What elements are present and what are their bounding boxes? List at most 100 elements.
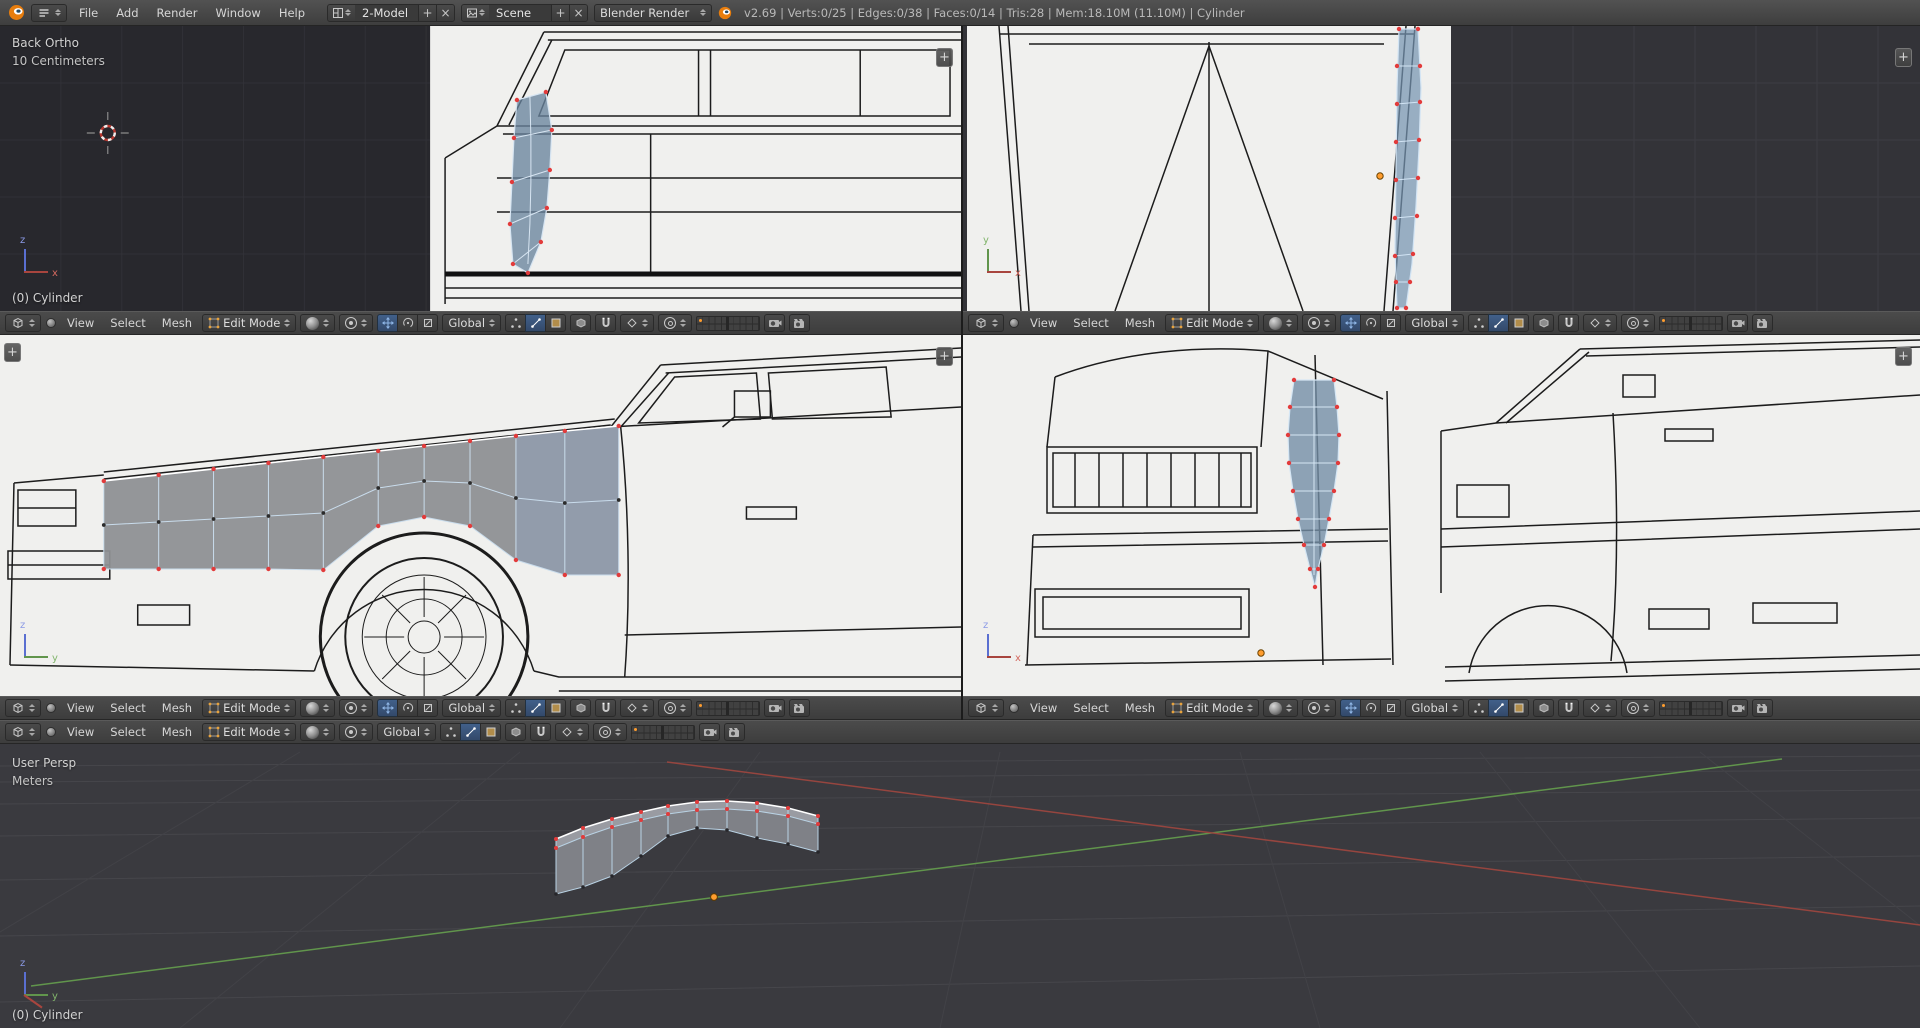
pivot-dropdown[interactable] — [339, 699, 374, 717]
snap-toggle[interactable] — [595, 699, 617, 717]
snap-element-dropdown[interactable] — [620, 699, 655, 717]
manipulator-translate-toggle[interactable] — [377, 314, 399, 332]
vertex-select-button[interactable] — [1468, 314, 1490, 332]
menu-window[interactable]: Window — [209, 6, 266, 20]
menu-mesh[interactable]: Mesh — [1119, 701, 1161, 715]
shading-dropdown[interactable] — [300, 723, 336, 741]
edge-select-button[interactable] — [460, 723, 482, 741]
screen-layout-add-button[interactable]: + — [418, 4, 437, 21]
menu-add[interactable]: Add — [110, 6, 144, 20]
render-opengl-button[interactable] — [1727, 699, 1749, 717]
face-select-button[interactable] — [545, 314, 567, 332]
menu-view[interactable]: View — [61, 725, 100, 739]
orientation-dropdown[interactable]: Global — [1405, 699, 1465, 717]
render-opengl-button[interactable] — [764, 699, 786, 717]
menu-select[interactable]: Select — [1067, 316, 1114, 330]
vertex-select-button[interactable] — [505, 314, 527, 332]
collapse-menus-icon[interactable] — [46, 703, 56, 713]
snap-element-dropdown[interactable] — [620, 314, 655, 332]
proportional-edit-dropdown[interactable] — [1621, 314, 1656, 332]
render-opengl-anim-button[interactable] — [1752, 699, 1774, 717]
face-select-button[interactable] — [1508, 699, 1530, 717]
menu-view[interactable]: View — [61, 701, 100, 715]
collapse-menus-icon[interactable] — [46, 727, 56, 737]
snap-element-dropdown[interactable] — [1583, 699, 1618, 717]
pivot-dropdown[interactable] — [339, 723, 374, 741]
snap-toggle[interactable] — [1558, 314, 1580, 332]
layers-widget[interactable] — [1659, 315, 1724, 331]
render-opengl-anim-button[interactable] — [1752, 314, 1774, 332]
menu-select[interactable]: Select — [104, 725, 151, 739]
vertex-select-button[interactable] — [505, 699, 527, 717]
editor-type-button[interactable] — [31, 3, 67, 22]
pivot-dropdown[interactable] — [339, 314, 374, 332]
menu-select[interactable]: Select — [104, 701, 151, 715]
mode-dropdown[interactable]: Edit Mode — [202, 723, 297, 741]
scene-browse-button[interactable] — [462, 4, 490, 21]
properties-panel-toggle[interactable]: + — [1895, 347, 1912, 366]
render-opengl-button[interactable] — [1727, 314, 1749, 332]
scene-name[interactable]: Scene — [489, 6, 551, 20]
viewport-3d-region[interactable]: + y x — [963, 26, 1920, 311]
render-opengl-anim-button[interactable] — [789, 699, 811, 717]
manipulator-translate-toggle[interactable] — [1340, 699, 1362, 717]
manipulator-scale-toggle[interactable] — [417, 699, 439, 717]
manipulator-rotate-toggle[interactable] — [397, 314, 419, 332]
orientation-dropdown[interactable]: Global — [442, 314, 502, 332]
editor-type-button[interactable] — [968, 699, 1004, 717]
pivot-dropdown[interactable] — [1302, 699, 1337, 717]
render-opengl-button[interactable] — [699, 723, 721, 741]
properties-panel-toggle[interactable]: + — [1895, 48, 1912, 67]
mode-dropdown[interactable]: Edit Mode — [202, 699, 297, 717]
toolshelf-panel-toggle[interactable]: + — [4, 343, 21, 362]
properties-panel-toggle[interactable]: + — [936, 347, 953, 366]
layers-widget[interactable] — [696, 700, 761, 716]
menu-select[interactable]: Select — [1067, 701, 1114, 715]
proportional-edit-dropdown[interactable] — [593, 723, 628, 741]
vertex-select-button[interactable] — [440, 723, 462, 741]
menu-mesh[interactable]: Mesh — [156, 725, 198, 739]
shading-dropdown[interactable] — [300, 314, 336, 332]
snap-toggle[interactable] — [595, 314, 617, 332]
screen-layout-browse-button[interactable] — [328, 4, 356, 21]
menu-render[interactable]: Render — [151, 6, 204, 20]
edge-select-button[interactable] — [1488, 699, 1510, 717]
proportional-edit-dropdown[interactable] — [1621, 699, 1656, 717]
render-opengl-anim-button[interactable] — [724, 723, 746, 741]
screen-layout-name[interactable]: 2-Model — [355, 6, 418, 20]
render-engine-dropdown[interactable]: Blender Render — [594, 3, 713, 22]
menu-help[interactable]: Help — [273, 6, 311, 20]
edge-select-button[interactable] — [525, 699, 547, 717]
occlude-toggle[interactable] — [505, 723, 527, 741]
proportional-edit-dropdown[interactable] — [658, 699, 693, 717]
shading-dropdown[interactable] — [1263, 314, 1299, 332]
face-select-button[interactable] — [1508, 314, 1530, 332]
manipulator-scale-toggle[interactable] — [417, 314, 439, 332]
collapse-menus-icon[interactable] — [1009, 318, 1019, 328]
orientation-dropdown[interactable]: Global — [377, 723, 437, 741]
occlude-toggle[interactable] — [570, 314, 592, 332]
proportional-edit-dropdown[interactable] — [658, 314, 693, 332]
manipulator-rotate-toggle[interactable] — [1360, 314, 1382, 332]
menu-file[interactable]: File — [73, 6, 104, 20]
scene-add-button[interactable]: + — [551, 4, 570, 21]
snap-toggle[interactable] — [530, 723, 552, 741]
layers-widget[interactable] — [696, 315, 761, 331]
orientation-dropdown[interactable]: Global — [442, 699, 502, 717]
manipulator-rotate-toggle[interactable] — [397, 699, 419, 717]
editor-type-button[interactable] — [5, 314, 41, 332]
orientation-dropdown[interactable]: Global — [1405, 314, 1465, 332]
menu-mesh[interactable]: Mesh — [156, 316, 198, 330]
shading-dropdown[interactable] — [300, 699, 336, 717]
properties-panel-toggle[interactable]: + — [936, 48, 953, 67]
occlude-toggle[interactable] — [570, 699, 592, 717]
mode-dropdown[interactable]: Edit Mode — [1165, 699, 1260, 717]
pivot-dropdown[interactable] — [1302, 314, 1337, 332]
menu-mesh[interactable]: Mesh — [156, 701, 198, 715]
vertex-select-button[interactable] — [1468, 699, 1490, 717]
viewport-3d-region[interactable]: Back Ortho 10 Centimeters (0) Cylinder +… — [0, 26, 961, 311]
menu-view[interactable]: View — [61, 316, 100, 330]
face-select-button[interactable] — [545, 699, 567, 717]
manipulator-scale-toggle[interactable] — [1380, 314, 1402, 332]
layers-widget[interactable] — [631, 724, 696, 740]
